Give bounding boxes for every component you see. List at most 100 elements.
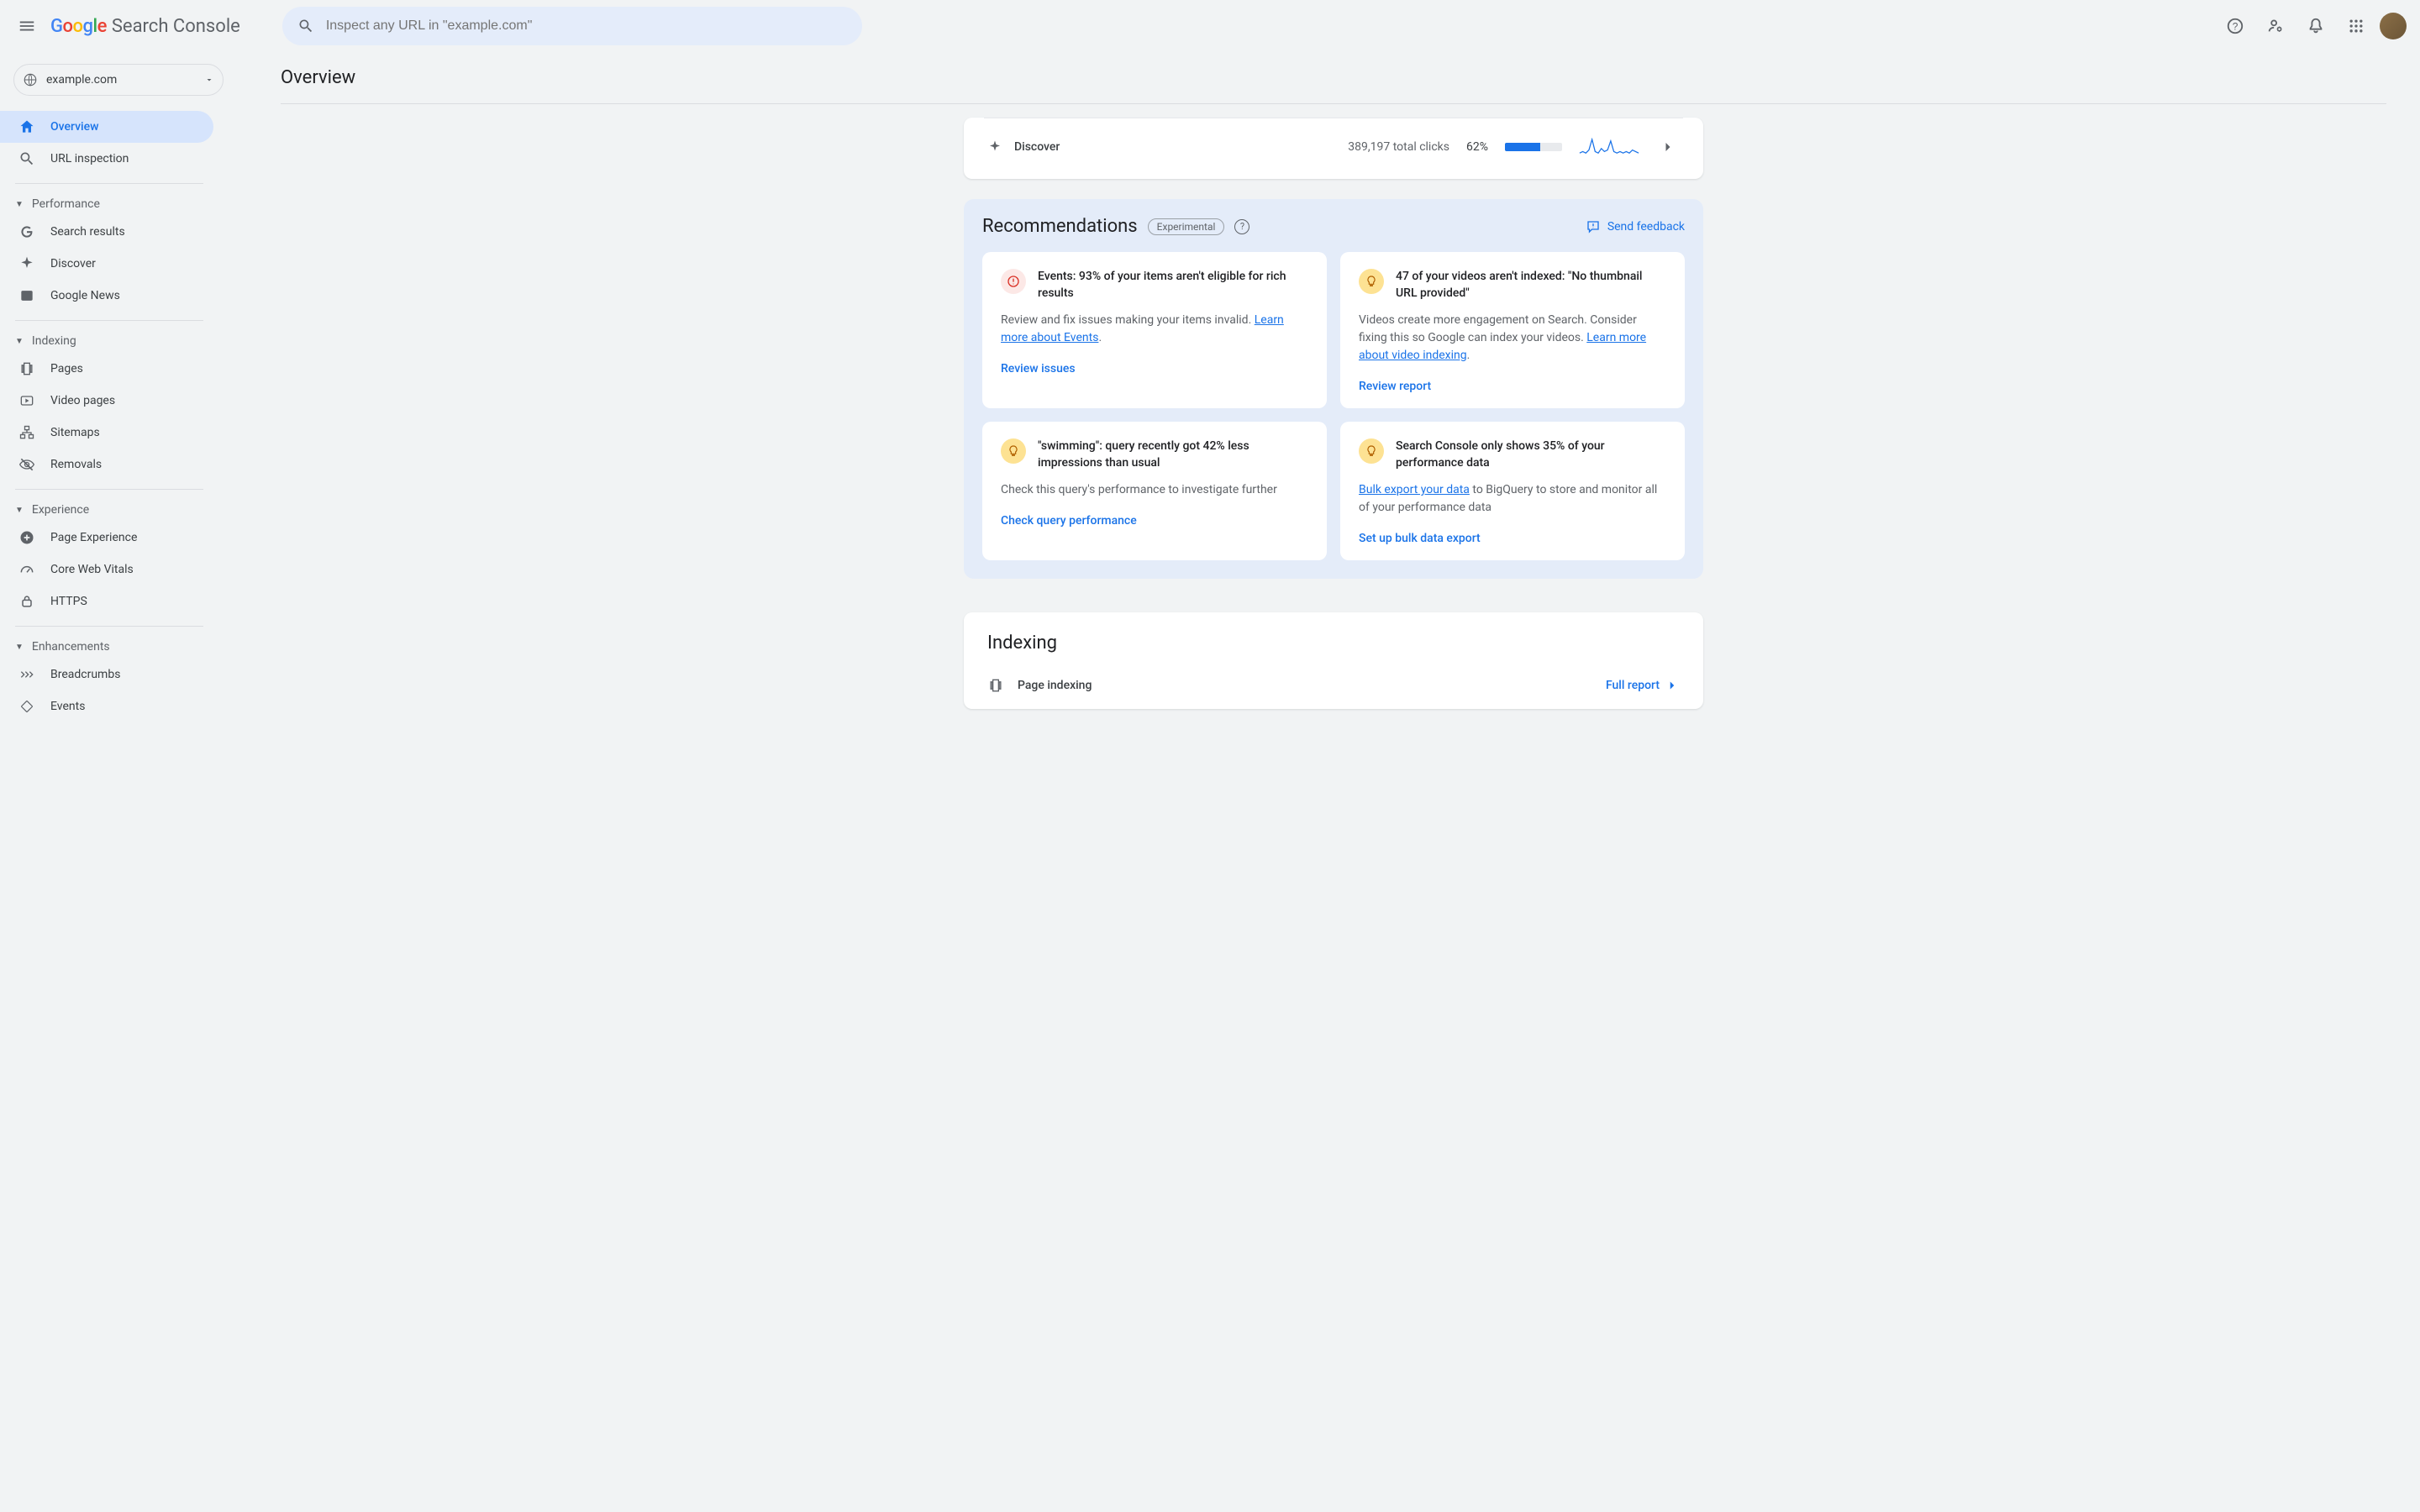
discover-icon bbox=[18, 255, 35, 272]
sidebar-item-core-web-vitals[interactable]: Core Web Vitals bbox=[0, 554, 213, 585]
sidebar-section-performance[interactable]: ▼ Performance bbox=[0, 192, 237, 216]
sidebar: example.com Overview URL inspection ▼ Pe… bbox=[0, 0, 237, 1512]
chevron-right-icon bbox=[1665, 678, 1680, 693]
hamburger-icon bbox=[18, 17, 36, 35]
recommendation-body: Videos create more engagement on Search.… bbox=[1359, 312, 1666, 365]
recommendations-section: Recommendations Experimental ? Send feed… bbox=[964, 199, 1703, 579]
sidebar-item-url-inspection[interactable]: URL inspection bbox=[0, 143, 213, 175]
page-indexing-row[interactable]: Page indexing Full report bbox=[987, 667, 1680, 704]
section-title: Indexing bbox=[32, 334, 76, 348]
help-button[interactable]: ? bbox=[2218, 9, 2252, 43]
sidebar-section-enhancements[interactable]: ▼ Enhancements bbox=[0, 635, 237, 659]
discover-icon bbox=[987, 139, 1002, 155]
url-inspect-searchbar[interactable] bbox=[282, 7, 862, 45]
recommendation-title: "swimming": query recently got 42% less … bbox=[1038, 438, 1308, 471]
apps-button[interactable] bbox=[2339, 9, 2373, 43]
sidebar-section-indexing[interactable]: ▼ Indexing bbox=[0, 329, 237, 353]
header: Google Search Console ? bbox=[0, 0, 2420, 52]
recommendation-action[interactable]: Review report bbox=[1359, 380, 1666, 393]
sidebar-item-events[interactable]: Events bbox=[0, 690, 213, 722]
recommendation-card[interactable]: 47 of your videos aren't indexed: "No th… bbox=[1340, 252, 1685, 408]
sidebar-item-label: Pages bbox=[50, 362, 83, 375]
recommendation-icon bbox=[1001, 269, 1026, 294]
sidebar-item-pages[interactable]: Pages bbox=[0, 353, 213, 385]
pages-icon bbox=[18, 360, 35, 377]
search-input[interactable] bbox=[326, 18, 847, 34]
learn-more-link[interactable]: Learn more about Events bbox=[1001, 313, 1284, 344]
sidebar-section-experience[interactable]: ▼ Experience bbox=[0, 498, 237, 522]
speed-icon bbox=[18, 561, 35, 578]
recommendation-card[interactable]: "swimming": query recently got 42% less … bbox=[982, 422, 1327, 560]
learn-more-link[interactable]: Learn more about video indexing bbox=[1359, 331, 1646, 362]
logo[interactable]: Google Search Console bbox=[50, 16, 240, 37]
caret-down-icon bbox=[204, 75, 214, 85]
person-gear-icon bbox=[2266, 17, 2285, 35]
search-icon bbox=[18, 150, 35, 167]
property-label: example.com bbox=[46, 73, 196, 87]
section-title: Experience bbox=[32, 503, 89, 517]
search-icon bbox=[297, 18, 314, 34]
section-title: Performance bbox=[32, 197, 100, 211]
full-report-link[interactable]: Full report bbox=[1606, 678, 1680, 693]
recommendation-card[interactable]: Search Console only shows 35% of your pe… bbox=[1340, 422, 1685, 560]
lock-icon bbox=[18, 593, 35, 610]
lightbulb-icon bbox=[1365, 444, 1378, 458]
chevron-down-icon: ▼ bbox=[15, 643, 24, 652]
sidebar-item-sitemaps[interactable]: Sitemaps bbox=[0, 417, 213, 449]
recommendation-icon bbox=[1359, 269, 1384, 294]
recommendation-title: 47 of your videos aren't indexed: "No th… bbox=[1396, 269, 1666, 302]
recommendations-title: Recommendations bbox=[982, 216, 1138, 237]
discover-label: Discover bbox=[1014, 140, 1060, 154]
recommendation-icon bbox=[1359, 438, 1384, 464]
recommendation-action[interactable]: Check query performance bbox=[1001, 514, 1308, 528]
sidebar-item-discover[interactable]: Discover bbox=[0, 248, 213, 280]
events-icon bbox=[18, 698, 35, 715]
recommendation-action[interactable]: Set up bulk data export bbox=[1359, 532, 1666, 545]
sidebar-item-removals[interactable]: Removals bbox=[0, 449, 213, 480]
notifications-button[interactable] bbox=[2299, 9, 2333, 43]
recommendations-help[interactable]: ? bbox=[1234, 219, 1249, 234]
product-name: Search Console bbox=[112, 16, 240, 37]
plus-circle-icon bbox=[18, 529, 35, 546]
indexing-card: Indexing Page indexing Full report bbox=[964, 612, 1703, 709]
news-icon bbox=[18, 287, 35, 304]
chevron-right-icon[interactable] bbox=[1656, 135, 1680, 159]
sidebar-item-label: Overview bbox=[50, 120, 98, 134]
sidebar-item-label: Page Experience bbox=[50, 531, 137, 544]
learn-more-link[interactable]: Bulk export your data bbox=[1359, 483, 1470, 496]
sidebar-item-google-news[interactable]: Google News bbox=[0, 280, 213, 312]
error-icon bbox=[1007, 275, 1020, 288]
property-selector[interactable]: example.com bbox=[13, 64, 224, 96]
sidebar-item-label: HTTPS bbox=[50, 595, 87, 608]
sparkline bbox=[1579, 138, 1639, 156]
svg-text:?: ? bbox=[2233, 21, 2238, 33]
removals-icon bbox=[18, 456, 35, 473]
sidebar-item-https[interactable]: HTTPS bbox=[0, 585, 213, 617]
feedback-icon bbox=[1586, 219, 1601, 234]
sidebar-item-search-results[interactable]: Search results bbox=[0, 216, 213, 248]
sidebar-item-breadcrumbs[interactable]: Breadcrumbs bbox=[0, 659, 213, 690]
sidebar-item-label: Core Web Vitals bbox=[50, 563, 134, 576]
pages-icon bbox=[987, 677, 1004, 694]
sidebar-item-label: Sitemaps bbox=[50, 426, 100, 439]
discover-row[interactable]: Discover 389,197 total clicks 62% bbox=[964, 118, 1703, 179]
progress-bar bbox=[1505, 143, 1562, 151]
sidebar-item-label: URL inspection bbox=[50, 152, 129, 165]
sidebar-item-label: Events bbox=[50, 700, 85, 713]
recommendation-card[interactable]: Events: 93% of your items aren't eligibl… bbox=[982, 252, 1327, 408]
sidebar-item-video-pages[interactable]: Video pages bbox=[0, 385, 213, 417]
recommendation-body: Review and fix issues making your items … bbox=[1001, 312, 1308, 347]
account-settings-button[interactable] bbox=[2259, 9, 2292, 43]
g-logo-icon bbox=[18, 223, 35, 240]
sidebar-item-label: Discover bbox=[50, 257, 96, 270]
sidebar-item-page-experience[interactable]: Page Experience bbox=[0, 522, 213, 554]
section-title: Enhancements bbox=[32, 640, 110, 654]
recommendation-body: Bulk export your data to BigQuery to sto… bbox=[1359, 481, 1666, 517]
avatar[interactable] bbox=[2380, 13, 2407, 39]
send-feedback-link[interactable]: Send feedback bbox=[1586, 219, 1685, 234]
recommendation-action[interactable]: Review issues bbox=[1001, 362, 1308, 375]
sidebar-item-overview[interactable]: Overview bbox=[0, 111, 213, 143]
main-menu-button[interactable] bbox=[7, 6, 47, 46]
experimental-badge: Experimental bbox=[1148, 218, 1225, 235]
page-indexing-label: Page indexing bbox=[1018, 679, 1092, 692]
